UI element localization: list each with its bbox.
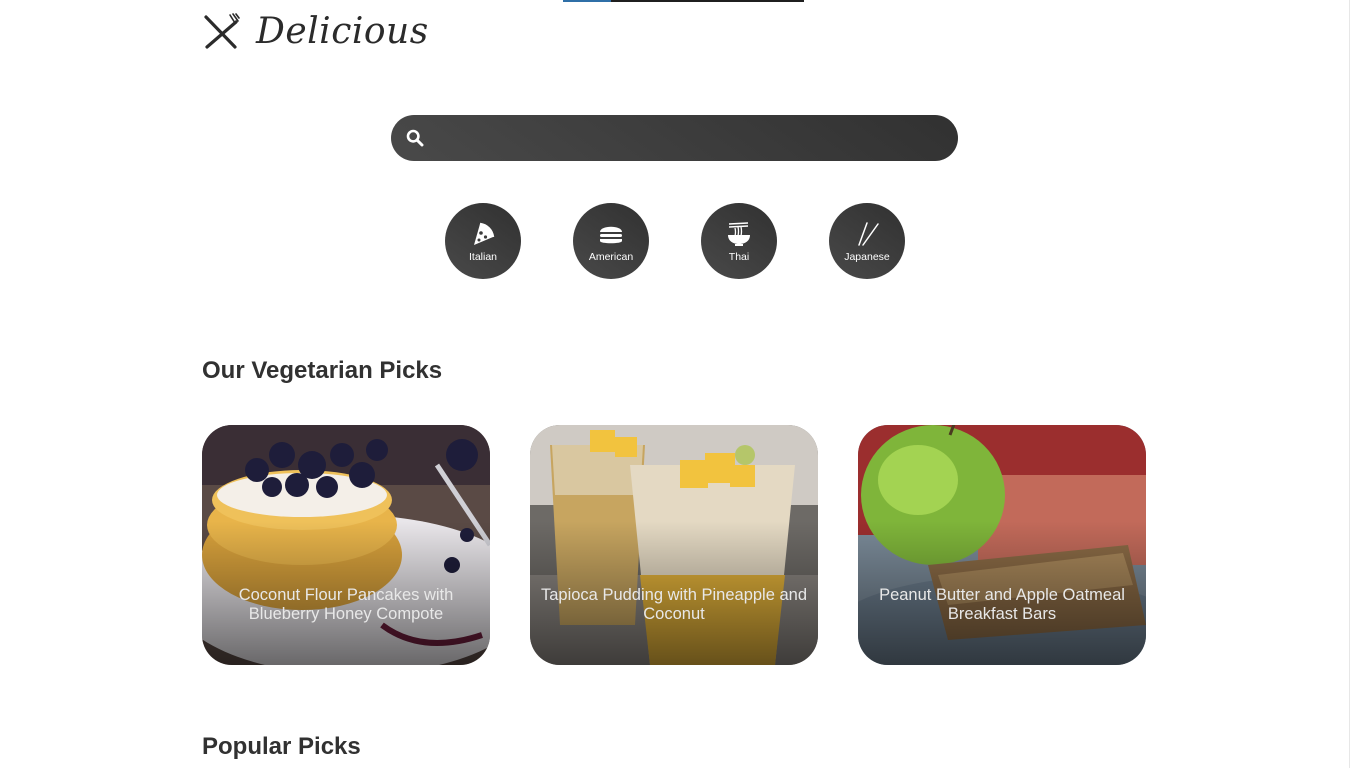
card-overlay	[530, 425, 818, 665]
brand-logo[interactable]: Delicious	[202, 10, 429, 54]
fork-knife-crossed-icon	[204, 13, 240, 49]
brand-name: Delicious	[256, 11, 429, 52]
recipe-card[interactable]: Peanut Butter and Apple Oatmeal Breakfas…	[858, 425, 1146, 665]
cuisine-american-button[interactable]: American	[573, 203, 649, 279]
card-overlay	[858, 425, 1146, 665]
card-overlay	[202, 425, 490, 665]
recipe-title: Peanut Butter and Apple Oatmeal Breakfas…	[879, 586, 1125, 623]
popular-picks-heading: Popular Picks	[202, 733, 361, 760]
search-input[interactable]	[424, 114, 958, 162]
vegetarian-picks-carousel: Coconut Flour Pancakes with Blueberry Ho…	[202, 425, 1146, 665]
recipe-card[interactable]: Coconut Flour Pancakes with Blueberry Ho…	[202, 425, 490, 665]
cuisine-italian-button[interactable]: Italian	[445, 203, 521, 279]
cuisine-japanese-button[interactable]: Japanese	[829, 203, 905, 279]
recipe-title: Coconut Flour Pancakes with Blueberry Ho…	[238, 586, 454, 623]
top-accent-highlight	[563, 0, 611, 2]
recipe-title: Tapioca Pudding with Pineapple and Cocon…	[540, 586, 808, 623]
cuisine-label: Thai	[728, 251, 750, 263]
burger-icon	[600, 226, 622, 244]
search-bar[interactable]	[391, 114, 958, 162]
noodle-bowl-icon	[728, 222, 750, 246]
cuisine-thai-button[interactable]: Thai	[701, 203, 777, 279]
chopsticks-icon	[858, 222, 879, 246]
search-icon	[406, 129, 424, 147]
cuisine-label: American	[588, 251, 634, 263]
cuisine-label: Japanese	[844, 251, 890, 263]
cuisine-label: Italian	[468, 251, 498, 263]
vegetarian-picks-heading: Our Vegetarian Picks	[202, 357, 443, 384]
recipe-card[interactable]: Tapioca Pudding with Pineapple and Cocon…	[530, 425, 818, 665]
pizza-icon	[474, 222, 495, 245]
cuisine-nav: Italian American Thai Japanese	[445, 203, 905, 279]
top-accent-bar	[563, 0, 804, 2]
